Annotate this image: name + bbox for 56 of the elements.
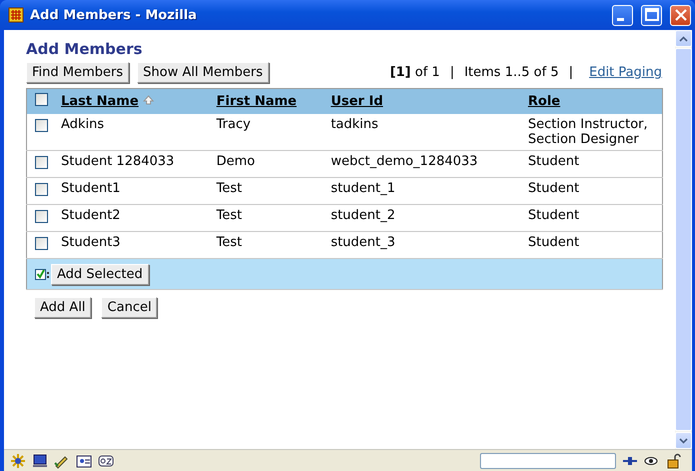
table-cell: Student xyxy=(528,208,580,223)
table-cell: Student 1284033 xyxy=(61,154,174,169)
table-cell: Student1 xyxy=(61,181,120,196)
monitor-icon[interactable] xyxy=(32,452,48,468)
table-cell: Student xyxy=(528,235,580,250)
app-icon xyxy=(8,7,24,23)
checked-box-icon xyxy=(35,268,49,280)
add-selected-button[interactable]: Add Selected xyxy=(51,264,149,284)
sort-ascending-icon xyxy=(142,95,154,105)
column-header[interactable]: User Id xyxy=(330,94,384,109)
checkbox[interactable] xyxy=(35,183,48,196)
action-button[interactable]: Add All xyxy=(34,297,92,318)
checkbox[interactable] xyxy=(35,237,48,250)
edit-paging-link[interactable]: Edit Paging xyxy=(589,65,662,80)
sparkle-icon[interactable] xyxy=(10,452,26,468)
separator: | xyxy=(568,65,574,80)
table-cell: webct_demo_1284033 xyxy=(330,154,478,169)
checkbox[interactable] xyxy=(35,156,48,169)
scroll-down-icon xyxy=(679,438,688,444)
table-cell: Tracy xyxy=(216,117,251,132)
page-heading: Add Members xyxy=(26,40,144,58)
maximize-icon xyxy=(642,6,660,24)
checkbox[interactable] xyxy=(35,210,48,223)
toolbar-button[interactable]: Show All Members xyxy=(137,62,269,83)
table-cell: Student2 xyxy=(61,208,120,223)
separator: | xyxy=(450,65,454,80)
scroll-up-icon xyxy=(679,36,688,42)
table-cell: Section Instructor, Section Designer xyxy=(528,117,648,147)
table-cell: Test xyxy=(216,208,242,223)
item-count: Items 1..5 of 5 xyxy=(464,65,559,80)
checkbox[interactable] xyxy=(35,93,48,106)
close-button[interactable] xyxy=(670,4,691,26)
table-cell: Student xyxy=(528,181,580,196)
table-cell: Demo xyxy=(216,154,255,169)
table-cell: tadkins xyxy=(330,117,378,132)
checkbox[interactable] xyxy=(35,119,48,132)
padlock-icon[interactable] xyxy=(666,452,682,468)
table-cell: Student xyxy=(528,154,580,169)
table-cell: Student3 xyxy=(61,235,120,250)
page-indicator: [1] of 1 xyxy=(390,65,440,80)
minimize-icon xyxy=(617,18,624,20)
window-title: Add Members - Mozilla xyxy=(30,8,198,22)
table-cell: student_3 xyxy=(330,235,396,250)
action-button[interactable]: Cancel xyxy=(101,297,158,318)
scrollbar[interactable] xyxy=(675,30,692,449)
table-cell: student_1 xyxy=(330,181,396,196)
toolbar-button[interactable]: Find Members xyxy=(26,62,130,83)
minimize-button[interactable] xyxy=(612,4,633,26)
chat-icon[interactable] xyxy=(98,452,114,468)
address-card-icon[interactable] xyxy=(76,452,92,468)
maximize-button[interactable] xyxy=(641,4,662,26)
table-cell: student_2 xyxy=(330,208,396,223)
table-cell: Adkins xyxy=(61,117,104,132)
table-cell: Test xyxy=(216,235,242,250)
column-header[interactable]: Role xyxy=(528,94,560,109)
table-cell: Test xyxy=(216,181,242,196)
